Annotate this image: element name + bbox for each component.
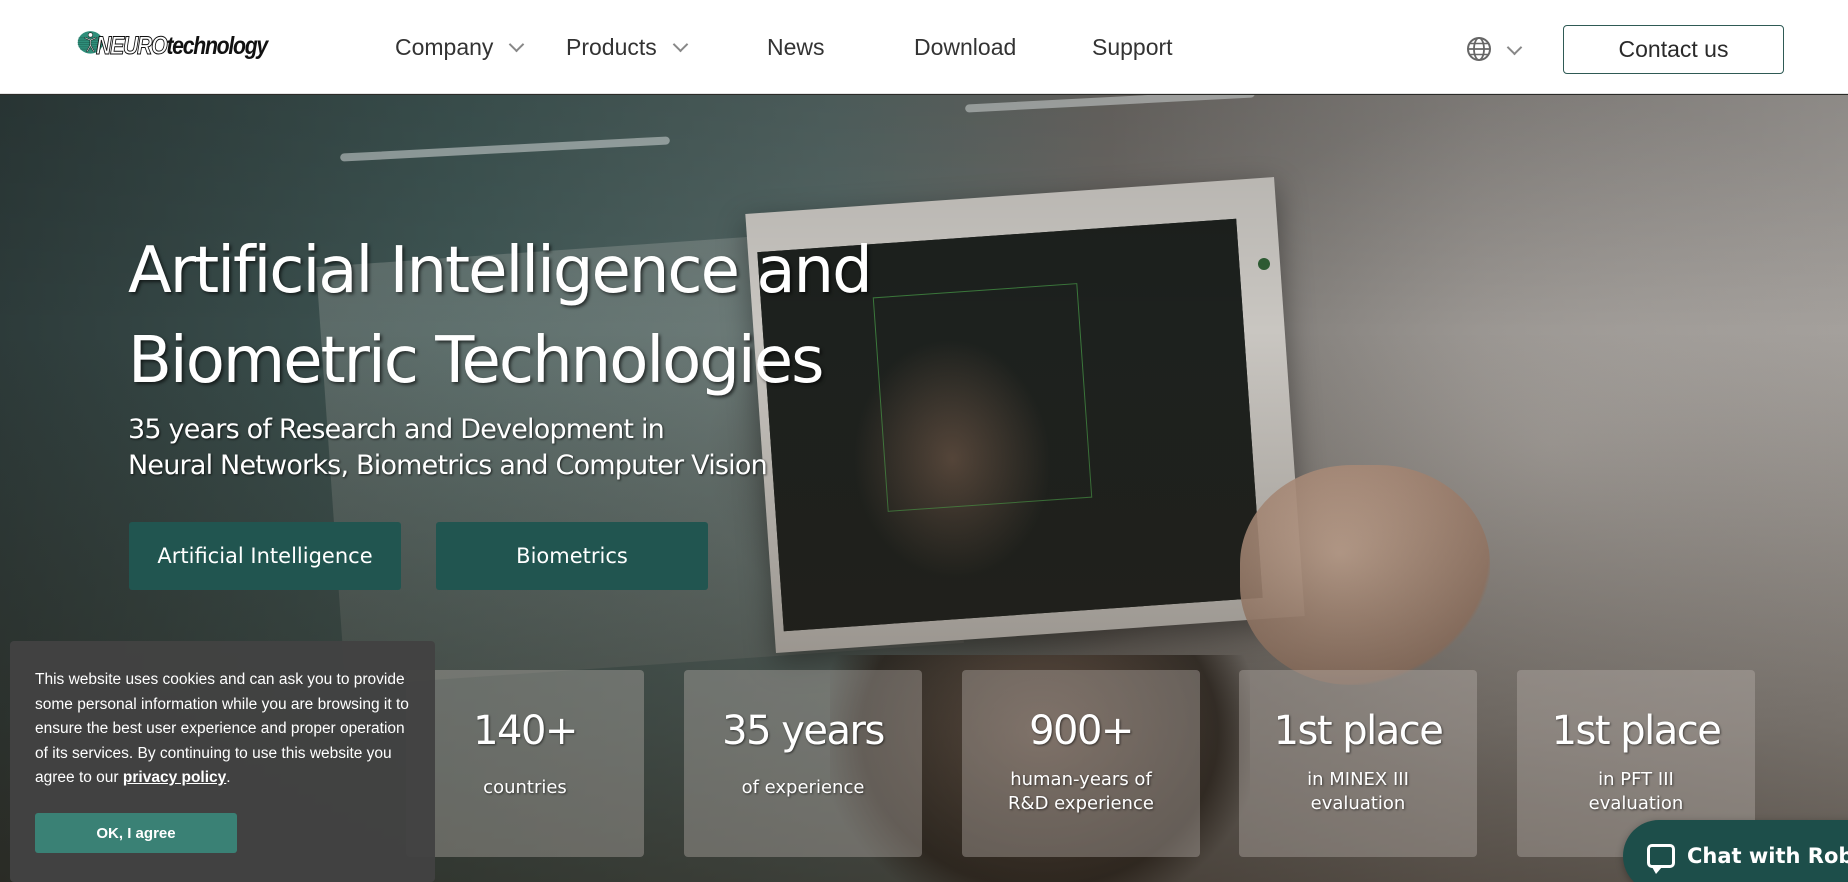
stat-card-countries: 140+ countries — [406, 670, 644, 857]
cookie-banner: This website uses cookies and can ask yo… — [10, 641, 435, 882]
contact-us-button[interactable]: Contact us — [1563, 25, 1784, 74]
chat-bubble-icon — [1647, 844, 1675, 874]
stat-card-minex: 1st place in MINEX III evaluation — [1239, 670, 1477, 857]
site-header: NEUROtechnology Company Products News Do… — [0, 0, 1848, 94]
stat-value: 900+ — [1029, 708, 1134, 754]
privacy-policy-link[interactable]: privacy policy — [123, 769, 226, 786]
chat-label: Chat with Rober — [1687, 844, 1848, 868]
nav-support[interactable]: Support — [1092, 34, 1173, 61]
chat-widget-button[interactable]: Chat with Rober — [1623, 820, 1848, 882]
biometrics-button[interactable]: Biometrics — [436, 522, 708, 590]
chevron-down-icon — [672, 36, 689, 52]
chevron-down-icon — [509, 36, 525, 52]
hero-subtitle: 35 years of Research and Development in … — [128, 414, 768, 481]
hero-title: Artificial Intelligence and Biometric Te… — [128, 234, 873, 398]
nav-news[interactable]: News — [767, 34, 825, 61]
logo-wordmark: NEUROtechnology — [95, 31, 268, 60]
stat-label: countries — [483, 777, 567, 798]
stat-label: human-years of R&D experience — [1008, 769, 1154, 814]
stat-value: 35 years — [722, 708, 885, 754]
language-chevron-down-icon[interactable] — [1506, 39, 1523, 56]
nav-download[interactable]: Download — [914, 34, 1016, 61]
neurotechnology-logo[interactable]: NEUROtechnology — [77, 7, 297, 77]
stat-label: in PFT III evaluation — [1588, 769, 1684, 814]
nav-company[interactable]: Company — [395, 34, 525, 61]
stat-card-experience: 35 years of experience — [684, 670, 922, 857]
cookie-text: This website uses cookies and can ask yo… — [35, 671, 409, 786]
cookie-agree-button[interactable]: OK, I agree — [35, 813, 237, 853]
stat-label: of experience — [741, 777, 865, 798]
stat-value: 140+ — [473, 708, 578, 754]
globe-icon[interactable] — [1466, 36, 1492, 62]
artificial-intelligence-button[interactable]: Artificial Intelligence — [129, 522, 401, 590]
stat-value: 1st place — [1273, 708, 1444, 754]
stat-value: 1st place — [1551, 708, 1722, 754]
stat-card-human-years: 900+ human-years of R&D experience — [962, 670, 1200, 857]
nav-products[interactable]: Products — [566, 34, 689, 61]
stat-label: in MINEX III evaluation — [1307, 769, 1409, 814]
